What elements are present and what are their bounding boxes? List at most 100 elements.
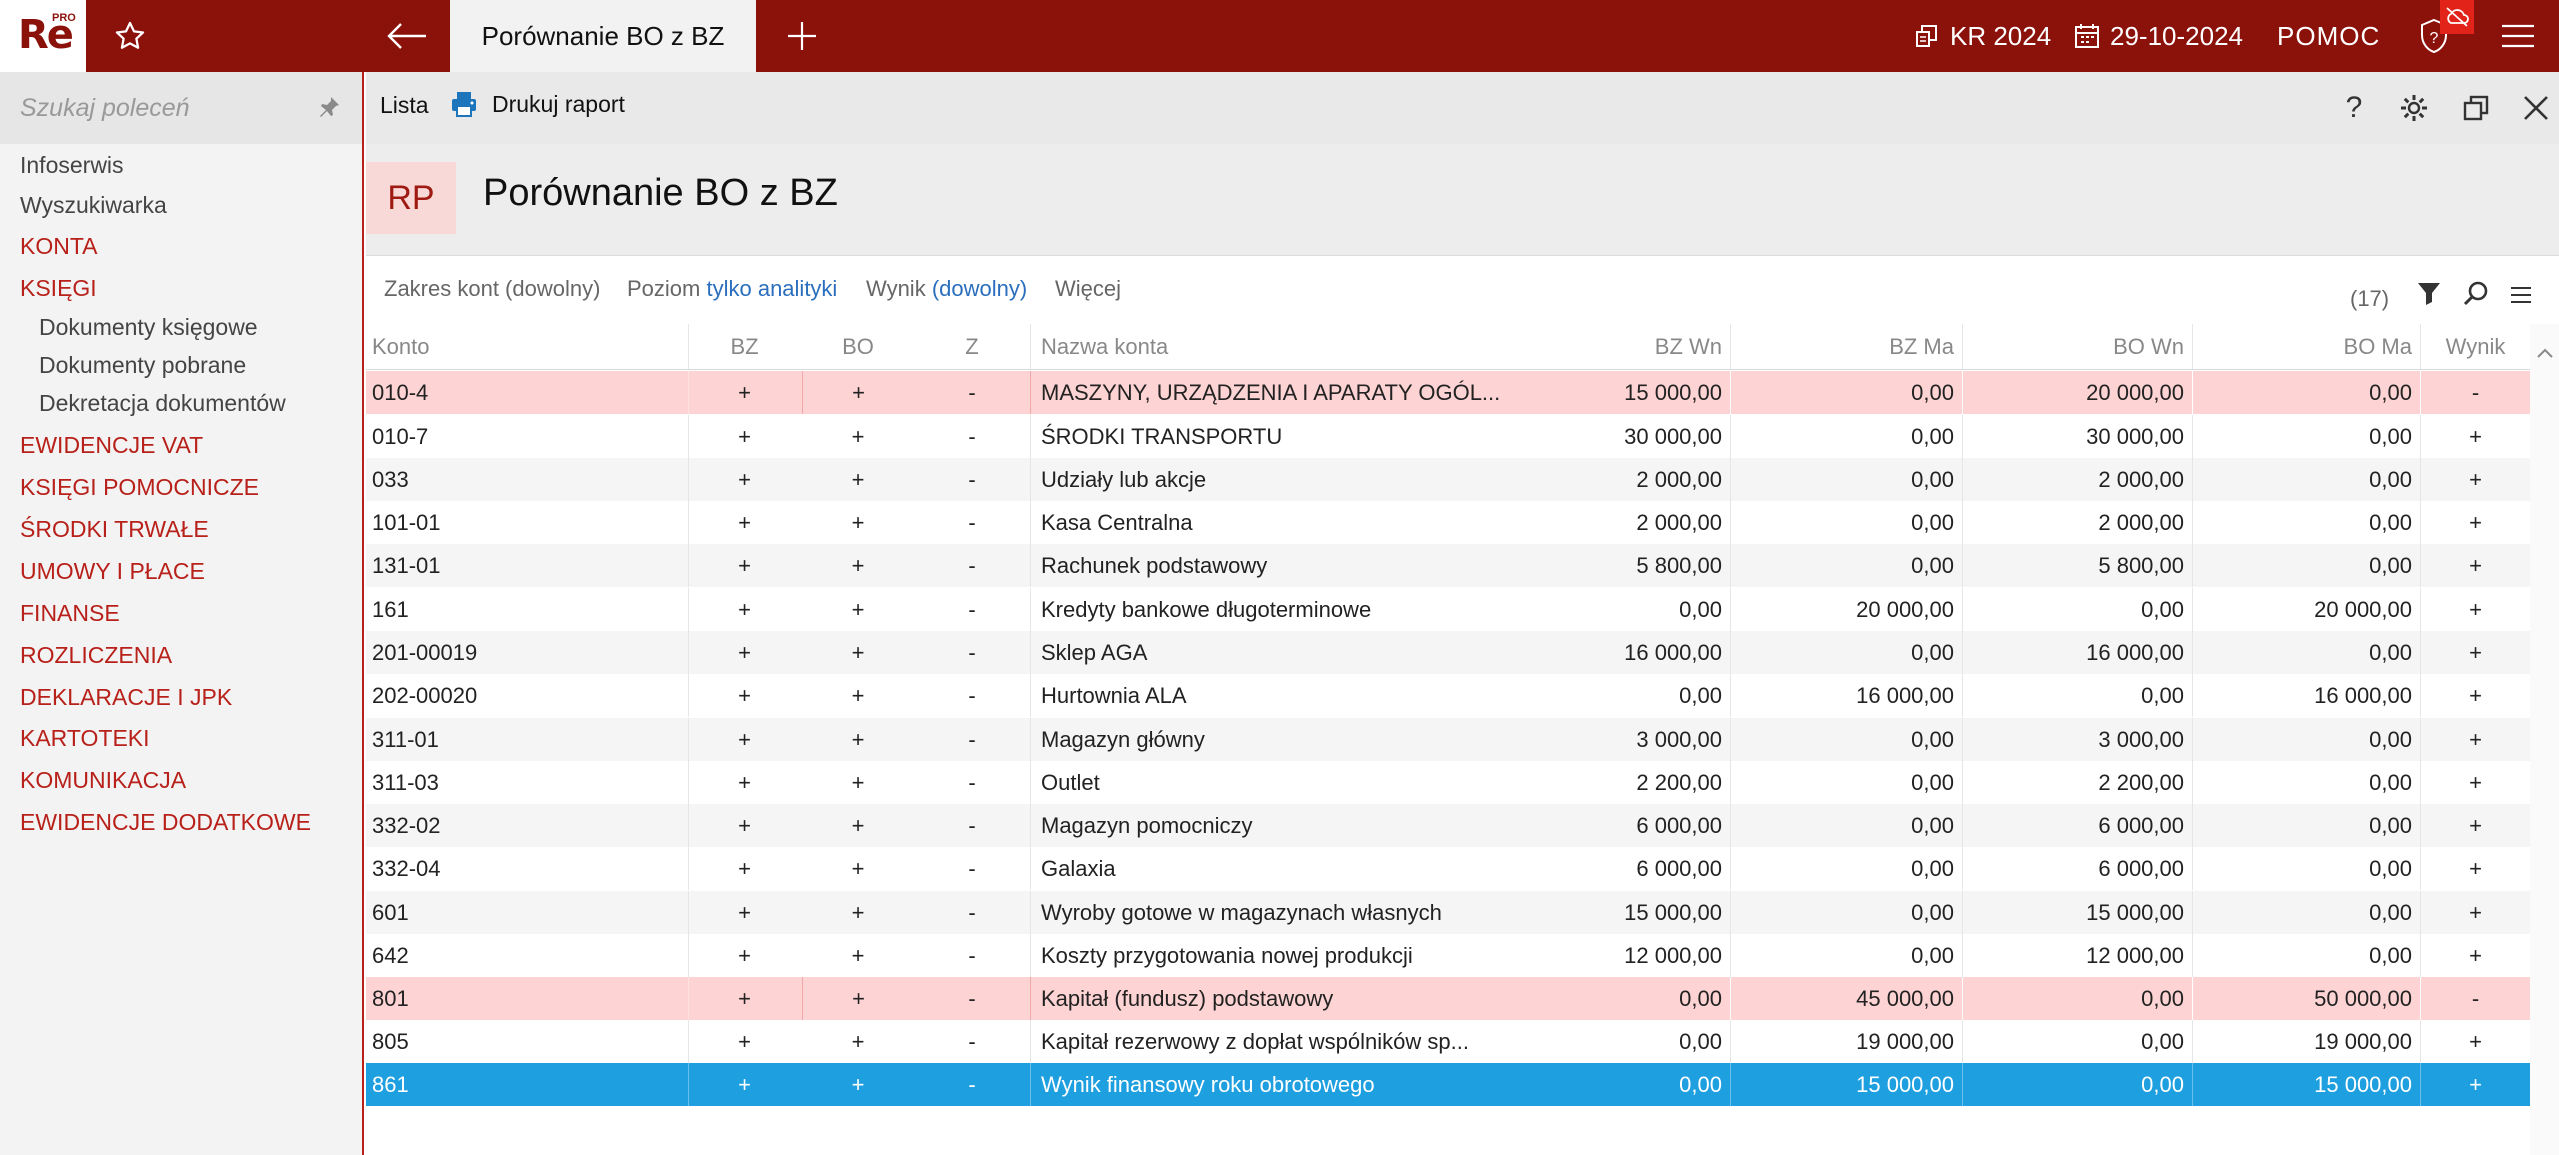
account-range-filter[interactable]: Zakres kont (dowolny) (384, 276, 600, 302)
col-header-bo-ma[interactable]: BO Ma (2192, 324, 2420, 369)
sidebar-item[interactable]: Dokumenty księgowe (39, 314, 258, 341)
cell-bz: + (688, 501, 800, 544)
cell-bo-wn: 6 000,00 (1962, 804, 2192, 847)
chevron-up-icon[interactable] (2536, 338, 2554, 365)
back-arrow-icon[interactable] (376, 0, 438, 72)
cell-bz-ma: 0,00 (1730, 458, 1962, 501)
cell-bz-ma: 19 000,00 (1730, 1020, 1962, 1063)
star-icon[interactable] (100, 0, 160, 72)
cell-z: - (968, 509, 976, 535)
col-header-z[interactable]: Z (916, 324, 1028, 369)
level-filter[interactable]: Poziom tylko analityki (627, 276, 837, 302)
col-header-wynik[interactable]: Wynik (2420, 324, 2530, 369)
col-header-bz-ma[interactable]: BZ Ma (1730, 324, 1962, 369)
sidebar-item[interactable]: FINANSE (20, 600, 120, 627)
more-filters-link[interactable]: Więcej (1055, 276, 1121, 302)
table-row[interactable]: 861 + + - Wynik finansowy roku obrotowego 0,0… (366, 1063, 2530, 1106)
table-row[interactable]: 010-7 + + - ŚRODKI TRANSPORTU 30 000,00 0,00 30… (366, 415, 2530, 458)
print-report-button[interactable]: Drukuj raport (450, 90, 625, 118)
help-button[interactable]: POMOC (2277, 0, 2380, 72)
table-row[interactable]: 201-00019 + + - Sklep AGA 16 000,00 0,00 16 000… (366, 631, 2530, 674)
result-filter[interactable]: Wynik (dowolny) (866, 276, 1027, 302)
table-row[interactable]: 311-03 + + - Outlet 2 200,00 0,00 2 200,00 0,00 + (366, 761, 2530, 804)
cell-konto: 161 (372, 596, 409, 622)
table-row[interactable]: 311-01 + + - Magazyn główny 3 000,00 0,00 3 000… (366, 718, 2530, 761)
table-row[interactable]: 332-04 + + - Galaxia 6 000,00 0,00 6 000,00 0,00… (366, 847, 2530, 890)
sidebar-item[interactable]: Wyszukiwarka (20, 192, 167, 219)
command-search-input[interactable] (20, 92, 310, 124)
cell-bz: + (688, 674, 800, 717)
table-row[interactable]: 033 + + - Udziały lub akcje 2 000,00 0,00 2 000… (366, 458, 2530, 501)
tab-porownanie[interactable]: Porównanie BO z BZ (450, 0, 756, 72)
cell-z: - (968, 682, 976, 708)
cell-bo: + (851, 726, 865, 752)
col-header-nazwa[interactable]: Nazwa konta (1030, 324, 1504, 369)
col-header-bz[interactable]: BZ (688, 324, 800, 369)
app-logo[interactable]: Re PRO (0, 0, 86, 72)
cell-bz-wn: 30 000,00 (1624, 423, 1722, 449)
table-row[interactable]: 161 + + - Kredyty bankowe długoterminowe 0,00… (366, 588, 2530, 631)
col-header-konto[interactable]: Konto (372, 324, 682, 369)
cell-z: - (968, 596, 976, 622)
sidebar-item[interactable]: UMOWY I PŁACE (20, 558, 205, 585)
cell-bo-ma: 0,00 (2192, 761, 2420, 804)
table-row[interactable]: 101-01 + + - Kasa Centralna 2 000,00 0,00 2 000… (366, 501, 2530, 544)
cell-bz: + (688, 847, 800, 890)
hamburger-menu-icon[interactable] (2490, 0, 2546, 72)
sidebar-item[interactable]: EWIDENCJE DODATKOWE (20, 809, 311, 836)
table-row[interactable]: 642 + + - Koszty przygotowania nowej produkc… (366, 934, 2530, 977)
sidebar-item[interactable]: ROZLICZENIA (20, 642, 172, 669)
table-row[interactable]: 131-01 + + - Rachunek podstawowy 5 800,00 0,00… (366, 544, 2530, 587)
sidebar-item[interactable]: ŚRODKI TRWAŁE (20, 516, 209, 543)
col-header-bo-wn[interactable]: BO Wn (1962, 324, 2192, 369)
sidebar-item[interactable]: KARTOTEKI (20, 725, 150, 752)
sidebar-item[interactable]: Dekretacja dokumentów (39, 390, 286, 417)
sidebar-item[interactable]: EWIDENCJE VAT (20, 432, 203, 459)
col-header-bz-wn[interactable]: BZ Wn (1504, 324, 1730, 369)
cell-z: - (968, 466, 976, 492)
cell-bz: + (688, 631, 800, 674)
question-icon[interactable]: ? (2334, 88, 2374, 128)
plus-icon[interactable] (772, 0, 832, 72)
sidebar-item[interactable]: KONTA (20, 233, 98, 260)
cell-bz-ma: 0,00 (1730, 934, 1962, 977)
col-header-bo[interactable]: BO (802, 324, 914, 369)
cell-bo-ma: 0,00 (2192, 458, 2420, 501)
sidebar-item[interactable]: KSIĘGI (20, 275, 97, 302)
table-header-row: Konto BZ BO Z Nazwa konta BZ Wn BZ Ma BO… (366, 324, 2530, 370)
close-icon[interactable] (2516, 88, 2556, 128)
table-row[interactable]: 805 + + - Kapitał rezerwowy z dopłat wspólni… (366, 1020, 2530, 1063)
table-row[interactable]: 601 + + - Wyroby gotowe w magazynach własnyc… (366, 891, 2530, 934)
pin-icon[interactable] (316, 94, 342, 126)
sidebar-item[interactable]: Dokumenty pobrane (39, 352, 246, 379)
list-options-icon[interactable] (2510, 284, 2532, 311)
cell-nazwa: Wynik finansowy roku obrotowego (1030, 1063, 1504, 1106)
print-report-label: Drukuj raport (492, 90, 625, 117)
sidebar-item[interactable]: DEKLARACJE I JPK (20, 684, 232, 711)
cell-bo: + (851, 639, 865, 665)
cell-bz-ma: 0,00 (1730, 371, 1962, 414)
tab-label: Porównanie BO z BZ (481, 20, 725, 51)
fiscal-year-selector[interactable]: KR 2024 (1914, 0, 2051, 72)
cell-bz-ma: 0,00 (1730, 415, 1962, 458)
vertical-scrollbar[interactable] (2530, 324, 2559, 1155)
gear-icon[interactable] (2394, 88, 2434, 128)
restore-window-icon[interactable] (2456, 88, 2496, 128)
table-row[interactable]: 332-02 + + - Magazyn pomocniczy 6 000,00 0,00 6… (366, 804, 2530, 847)
help-glyph: ? (2345, 91, 2363, 124)
search-icon[interactable] (2462, 280, 2490, 314)
filter-icon[interactable] (2416, 280, 2442, 312)
table-row[interactable]: 202-00020 + + - Hurtownia ALA 0,00 16 000,00 0,… (366, 674, 2530, 717)
list-button[interactable]: Lista (380, 92, 429, 119)
cell-bz-wn: 15 000,00 (1504, 371, 1730, 414)
cell-konto: 010-4 (372, 379, 429, 405)
cell-bz-ma: 0,00 (1730, 501, 1962, 544)
sidebar-item[interactable]: Infoserwis (20, 152, 124, 179)
sidebar-item[interactable]: KSIĘGI POMOCNICZE (20, 474, 259, 501)
cloud-off-icon[interactable] (2440, 0, 2474, 34)
date-selector[interactable]: 29-10-2024 (2074, 0, 2243, 72)
cell-bz: + (688, 977, 800, 1020)
sidebar-item[interactable]: KOMUNIKACJA (20, 767, 186, 794)
table-row[interactable]: 801 + + - Kapitał (fundusz) podstawowy 0,00 45… (366, 977, 2530, 1020)
table-row[interactable]: 010-4 + + - MASZYNY, URZĄDZENIA I APARATY OG… (366, 371, 2530, 414)
